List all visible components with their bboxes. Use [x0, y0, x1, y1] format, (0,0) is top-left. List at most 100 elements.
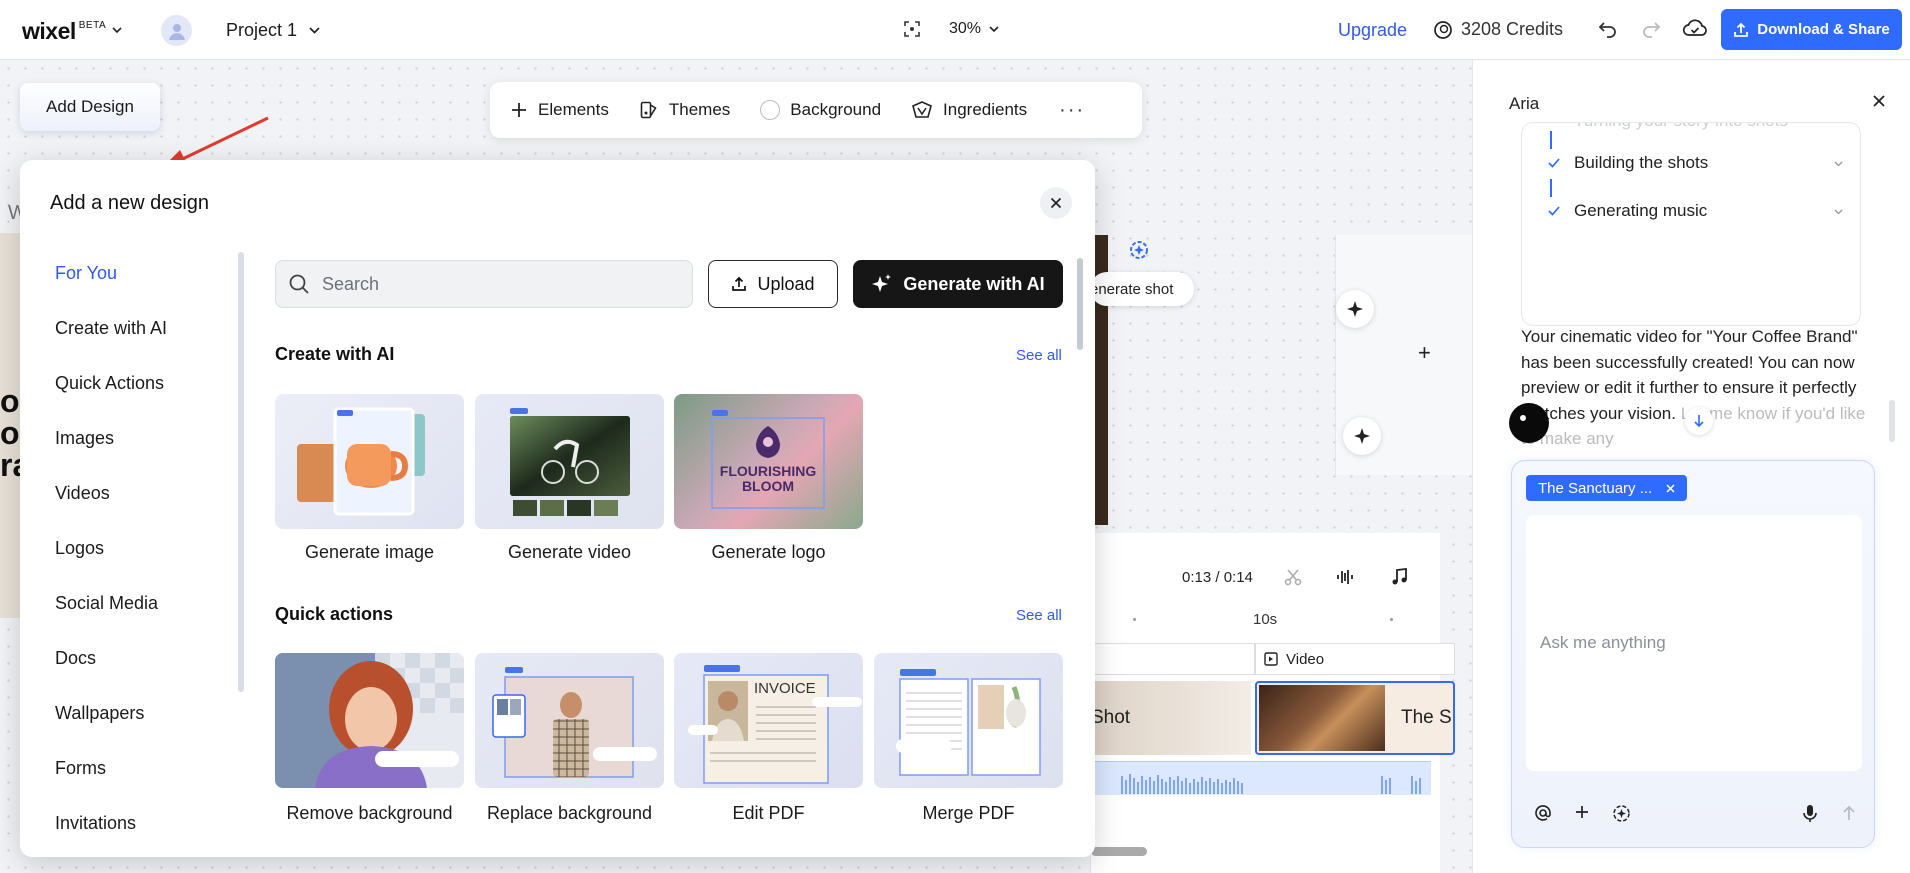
credits-text: 3208 Credits — [1461, 19, 1564, 39]
plus-icon[interactable] — [1574, 804, 1590, 820]
close-icon[interactable] — [1872, 94, 1886, 108]
progress-steps: Turning your story into shots Building t… — [1521, 122, 1861, 326]
fit-screen-icon[interactable] — [903, 20, 921, 38]
chevron-down-icon[interactable] — [1834, 161, 1843, 167]
sidebar-item-logos[interactable]: Logos — [55, 537, 167, 592]
scroll-down-button[interactable] — [1685, 407, 1713, 435]
audio-wave-icon[interactable] — [1335, 567, 1355, 587]
timeline-marker: 10s — [1253, 611, 1278, 628]
background-button[interactable]: Background — [760, 100, 881, 120]
ingredients-button[interactable]: Ingredients — [911, 100, 1027, 120]
sidebar-item-wallpapers[interactable]: Wallpapers — [55, 702, 167, 757]
sparkle-button[interactable] — [1336, 290, 1374, 328]
chat-placeholder: Ask me anything — [1540, 633, 1666, 652]
sidebar-item-for-you[interactable]: For You — [55, 262, 167, 317]
user-avatar[interactable] — [161, 15, 192, 46]
sidebar-item-create-with-ai[interactable]: Create with AI — [55, 317, 167, 372]
undo-icon[interactable] — [1597, 18, 1619, 40]
replace-background-label: Replace background — [486, 803, 653, 823]
generate-logo-card[interactable]: FLOURISHING BLOOM — [674, 394, 863, 529]
sidebar-item-images[interactable]: Images — [55, 427, 167, 482]
see-all-link[interactable]: See all — [1016, 607, 1062, 624]
aria-scrollbar[interactable] — [1889, 400, 1895, 442]
edit-pdf-card[interactable]: INVOICE — [674, 653, 863, 788]
see-all-link[interactable]: See all — [1016, 347, 1062, 364]
merge-pdf-card[interactable] — [874, 653, 1063, 788]
upload-icon — [1733, 22, 1749, 38]
add-design-button[interactable]: Add Design — [20, 83, 160, 131]
chat-input[interactable]: Ask me anything — [1526, 515, 1862, 771]
upload-button[interactable]: Upload — [708, 260, 838, 308]
chevron-down-icon — [112, 27, 122, 34]
step-label: Building the shots — [1574, 153, 1709, 172]
add-shot-plus-icon[interactable]: + — [1418, 340, 1431, 366]
close-button[interactable] — [1040, 187, 1072, 219]
audio-waveform[interactable] — [1091, 761, 1431, 795]
sidebar-item-forms[interactable]: Forms — [55, 757, 167, 812]
generate-video-card[interactable] — [475, 394, 664, 529]
ai-sparkle-icon[interactable] — [1612, 804, 1631, 823]
sidebar-scrollbar[interactable] — [238, 252, 244, 692]
send-icon[interactable] — [1841, 804, 1857, 822]
step-label: Generating music — [1574, 201, 1708, 220]
background-swatch-icon — [760, 100, 781, 120]
timeline-tick — [1133, 618, 1136, 621]
content-scrollbar[interactable] — [1077, 258, 1083, 350]
scissors-icon[interactable] — [1283, 567, 1303, 587]
shot-thumbnail — [1259, 685, 1385, 751]
sidebar-item-quick-actions[interactable]: Quick Actions — [55, 372, 167, 427]
themes-button[interactable]: Themes — [639, 100, 730, 120]
timeline-time: 0:13 / 0:14 — [1182, 569, 1253, 586]
step-faded: Turning your story into shots — [1574, 123, 1788, 131]
video-track-label[interactable]: Video — [1255, 643, 1455, 675]
video-track-text: Video — [1286, 650, 1325, 668]
search-input[interactable] — [322, 273, 662, 295]
remove-background-card[interactable] — [275, 653, 464, 788]
step-generating-music[interactable]: Generating music — [1548, 201, 1707, 221]
replace-background-card[interactable] — [475, 653, 664, 788]
generate-with-ai-label: Generate with AI — [903, 273, 1045, 294]
generate-with-ai-button[interactable]: Generate with AI — [853, 260, 1063, 308]
beta-badge: BETA — [78, 20, 107, 31]
context-chip-label: The Sanctuary ... — [1538, 479, 1653, 497]
sidebar-item-docs[interactable]: Docs — [55, 647, 167, 702]
context-chip[interactable]: The Sanctuary ... — [1526, 475, 1688, 501]
generate-image-card[interactable] — [275, 394, 464, 529]
upload-label: Upload — [757, 273, 815, 294]
generate-shot-label: enerate shot — [1090, 280, 1174, 298]
more-options-icon[interactable]: ··· — [1059, 99, 1085, 122]
elements-label: Elements — [538, 100, 609, 119]
app-logo[interactable]: wixel BETA — [22, 18, 122, 45]
music-note-icon[interactable] — [1389, 567, 1409, 587]
microphone-icon[interactable] — [1802, 804, 1818, 823]
sparkle-button-2[interactable] — [1343, 417, 1381, 455]
elements-button[interactable]: Elements — [510, 100, 609, 120]
check-icon — [1548, 158, 1560, 168]
ai-sparkle-icon[interactable] — [1127, 238, 1151, 262]
timeline-panel: 0:13 / 0:14 10s Video Shot The S — [1090, 533, 1455, 873]
selected-shot-clip[interactable]: The S — [1255, 681, 1455, 755]
step-building-shots[interactable]: Building the shots — [1548, 153, 1708, 173]
upgrade-link[interactable]: Upgrade — [1338, 20, 1407, 41]
close-icon[interactable] — [1666, 483, 1675, 493]
project-selector[interactable]: Project 1 — [226, 20, 320, 41]
aria-assistant-panel: Aria Turning your story into shots Build… — [1472, 60, 1910, 873]
sidebar-item-invitations[interactable]: Invitations — [55, 812, 167, 857]
timeline-scrollbar[interactable] — [1091, 847, 1147, 856]
sidebar-item-videos[interactable]: Videos — [55, 482, 167, 537]
background-label: Background — [790, 100, 882, 119]
sidebar-item-social-media[interactable]: Social Media — [55, 592, 167, 647]
zoom-selector[interactable]: 30% — [949, 20, 999, 38]
shot-clip-label: Shot — [1091, 707, 1131, 728]
generate-shot-button[interactable]: enerate shot — [1090, 272, 1194, 306]
credits-display[interactable]: 3208 Credits — [1433, 19, 1563, 40]
shot-clip[interactable]: Shot — [1091, 681, 1251, 755]
add-design-modal: Add a new design For You Create with AI … — [20, 160, 1095, 857]
chevron-down-icon[interactable] — [1834, 209, 1843, 215]
redo-icon[interactable] — [1640, 18, 1662, 40]
search-field[interactable] — [275, 260, 693, 308]
mention-icon[interactable] — [1534, 804, 1552, 822]
cloud-save-icon[interactable] — [1683, 18, 1707, 40]
download-share-button[interactable]: Download & Share — [1721, 9, 1902, 50]
generate-video-label: Generate video — [507, 542, 632, 562]
